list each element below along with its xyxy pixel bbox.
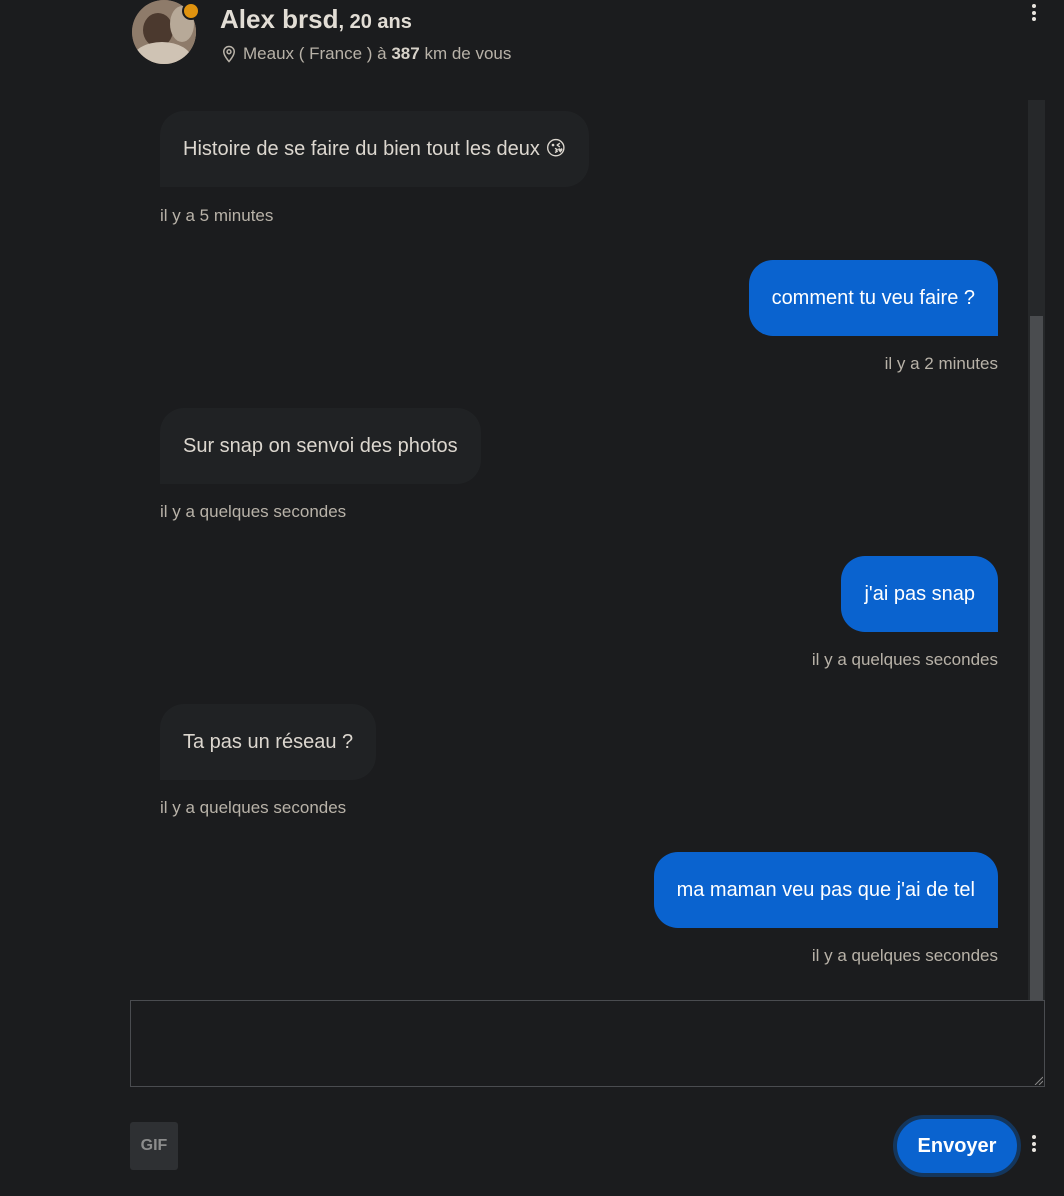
header-menu-icon[interactable] [1031,4,1037,21]
distance-value: 387 [391,44,420,63]
message-timestamp: il y a 2 minutes [884,354,998,373]
resize-handle-icon[interactable] [1033,1075,1043,1085]
chat-header: Alex brsd, 20 ans Meaux ( France ) à 387… [130,0,1064,90]
message-composer [130,1000,1045,1087]
message-bubble-outgoing: j'ai pas snap [841,556,998,632]
message-timestamp: il y a quelques secondes [160,798,347,817]
scrollbar-thumb[interactable] [1030,316,1043,1000]
message-bubble-incoming: Sur snap on senvoi des photos [160,408,481,484]
message-bubble-incoming: Ta pas un réseau ? [160,704,377,780]
message-timestamp: il y a quelques secondes [811,946,998,965]
gif-button[interactable]: GIF [130,1122,178,1170]
online-status-dot [182,2,200,20]
composer-menu-icon[interactable] [1031,1135,1037,1152]
map-pin-icon [222,45,236,63]
profile-name-line: Alex brsd, 20 ans [220,4,412,35]
message-scrollbar[interactable] [1028,100,1045,1000]
message-timestamp: il y a quelques secondes [811,650,998,669]
message-timestamp: il y a quelques secondes [160,502,347,521]
message-input[interactable] [131,1001,1044,1086]
profile-location: Meaux ( France ) à 387 km de vous [220,44,511,64]
distance-suffix: km de vous [424,44,512,63]
profile-name[interactable]: Alex brsd [220,4,339,34]
message-timestamp: il y a 5 minutes [160,206,274,225]
chat-page: Alex brsd, 20 ans Meaux ( France ) à 387… [0,0,1064,1196]
profile-age: , 20 ans [338,11,412,33]
message-bubble-outgoing: ma maman veu pas que j'ai de tel [653,852,998,928]
message-bubble-incoming: Histoire de se faire du bien tout les de… [160,111,590,187]
location-text: Meaux ( France ) à [243,44,387,63]
send-button[interactable]: Envoyer [893,1115,1021,1177]
message-bubble-outgoing: comment tu veu faire ? [748,260,998,336]
